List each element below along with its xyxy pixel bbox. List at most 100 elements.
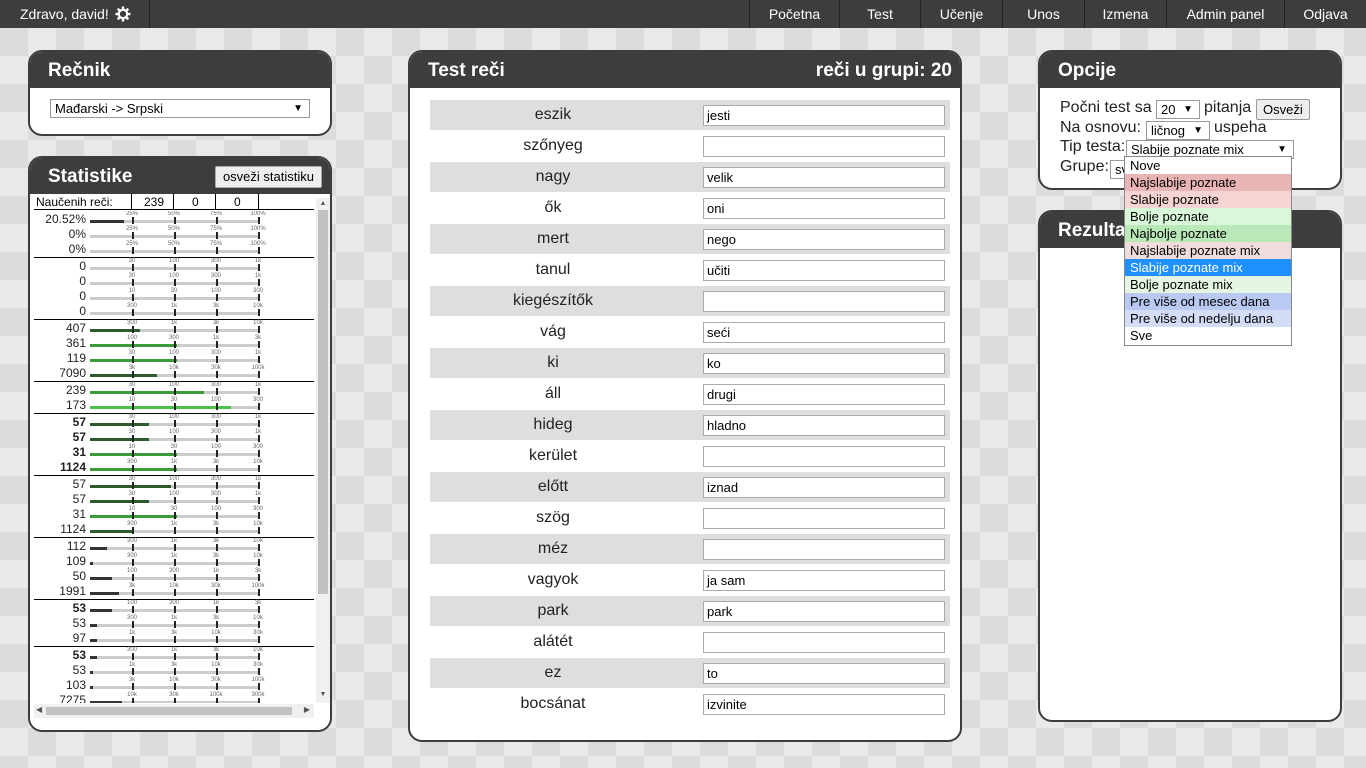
test-type-option[interactable]: Bolje poznate [1125,208,1291,225]
test-type-option[interactable]: Pre više od nedelju dana [1125,310,1291,327]
question-count-select[interactable]: 20 ▼ [1156,100,1200,119]
test-type-option[interactable]: Pre više od mesec dana [1125,293,1291,310]
stat-bar-tick-label: 30k [253,662,263,668]
stat-bar-tick [216,544,218,551]
stat-value: 7275 [59,693,86,703]
nav-odjava[interactable]: Odjava [1284,0,1366,28]
nav-izmena[interactable]: Izmena [1084,0,1166,28]
stat-bar-fill [90,220,124,223]
scroll-right-icon[interactable]: ▶ [304,705,310,714]
stat-row: 31 10 30 100 300 [34,444,314,459]
stat-bar-track: 300 1k 3k 10k [90,521,263,534]
stat-bar-tick [132,683,134,690]
stat-bar-fill [90,671,94,674]
stat-bar-tick [132,341,134,348]
stat-bar-track: 3k 10k 30k 100k [90,583,265,596]
source-word: szőnyeg [523,137,583,154]
stat-row: 239 30 100 300 1k [34,382,314,397]
stat-bar-tick [132,232,134,239]
test-type-option[interactable]: Najslabije poznate [1125,174,1291,191]
test-type-option[interactable]: Najslabije poznate mix [1125,242,1291,259]
scrollbar-thumb[interactable] [318,210,328,594]
answer-input[interactable]: velik [703,167,945,188]
answer-input[interactable] [703,291,945,312]
word-row: ez to [430,658,950,688]
refresh-statistics-button[interactable]: osveži statistiku [214,166,322,188]
stat-row: 0 300 1k 3k 10k [34,303,314,318]
stat-bar-tick-label: 300 [210,476,222,482]
test-type-option[interactable]: Sve [1125,327,1291,344]
nav-test[interactable]: Test [839,0,920,28]
answer-input[interactable]: ja sam [703,570,945,591]
scroll-left-icon[interactable]: ◀ [36,705,42,714]
scroll-down-icon[interactable]: ▼ [316,691,330,701]
stat-row: 1124 300 1k 3k 10k [34,459,314,474]
answer-input[interactable]: ko [703,353,945,374]
greeting-area: Zdravo, david! [0,0,150,28]
test-type-option[interactable]: Slabije poznate [1125,191,1291,208]
stat-bar-tick-label: 3k [212,303,220,309]
scroll-up-icon[interactable]: ▲ [316,200,330,210]
scrollbar-thumb[interactable] [46,707,292,715]
refresh-options-button[interactable]: Osveži [1256,99,1310,120]
word-test-title: Test reči [428,60,505,81]
stat-row: 57 30 100 300 1k [34,414,314,429]
stat-bar-tick-label: 300 [210,491,222,497]
stat-bar-tick [216,388,218,395]
answer-input[interactable]: to [703,663,945,684]
source-word: ők [544,199,562,216]
nav-ucenje[interactable]: Učenje [920,0,1002,28]
answer-input[interactable]: park [703,601,945,622]
answer-input[interactable] [703,632,945,653]
word-row: szög [430,503,950,533]
nav-admin-panel[interactable]: Admin panel [1166,0,1284,28]
stat-bar-tick-label: 1k [170,459,178,465]
stat-bar-tick-label: 100 [210,506,222,512]
nav-unos[interactable]: Unos [1002,0,1084,28]
answer-input[interactable] [703,136,945,157]
stat-bar-tick-label: 30 [170,444,178,450]
stat-value: 109 [65,554,86,568]
answer-input[interactable]: hladno [703,415,945,436]
test-type-label: Tip testa: [1060,138,1126,155]
nav-pocetna[interactable]: Početna [749,0,839,28]
stat-bar-tick [258,606,260,613]
stat-value: 361 [65,336,86,350]
stat-bar-tick-label: 300 [126,538,138,544]
stat-bar-tick-label: 10k [211,662,221,668]
basis-select[interactable]: ličnog ▼ [1146,121,1210,140]
answer-input[interactable]: drugi [703,384,945,405]
stat-value: 57 [72,477,86,491]
stat-bar-tick [132,264,134,271]
stat-bar-tick [216,621,218,628]
learned-words-value-3: 0 [234,195,241,209]
group-word-count: reči u grupi: 20 [815,60,952,81]
stat-bar-tick [174,574,176,581]
answer-input[interactable]: seći [703,322,945,343]
gear-icon[interactable] [115,6,131,22]
answer-input[interactable]: izvinite [703,694,945,715]
stat-bar-tick-label: 100 [168,414,180,420]
stat-bar-tick [216,527,218,534]
statistics-horizontal-scrollbar[interactable]: ◀ ▶ [34,704,314,718]
answer-input[interactable] [703,508,945,529]
test-type-option[interactable]: Bolje poznate mix [1125,276,1291,293]
answer-input[interactable]: učiti [703,260,945,281]
test-type-option[interactable]: Nove [1125,157,1291,174]
test-type-option[interactable]: Najbolje poznate [1125,225,1291,242]
answer-input[interactable]: iznad [703,477,945,498]
word-test-panel: Test reči reči u grupi: 20 eszik jesti sző… [408,50,962,742]
stat-bar-tick [132,435,134,442]
answer-input[interactable]: jesti [703,105,945,126]
answer-input[interactable] [703,539,945,560]
stat-bar-fill [90,406,232,409]
stat-bar-tick-label: 300 [168,568,180,574]
stat-bar-tick-label: 30 [128,414,136,420]
answer-input[interactable]: oni [703,198,945,219]
stat-bar-tick-label: 50% [167,241,181,247]
statistics-vertical-scrollbar[interactable]: ▲ ▼ [316,198,330,703]
test-type-option[interactable]: Slabije poznate mix [1125,259,1291,276]
answer-input[interactable] [703,446,945,467]
dictionary-select[interactable]: Mađarski -> Srpski ▼ [50,99,310,118]
answer-input[interactable]: nego [703,229,945,250]
